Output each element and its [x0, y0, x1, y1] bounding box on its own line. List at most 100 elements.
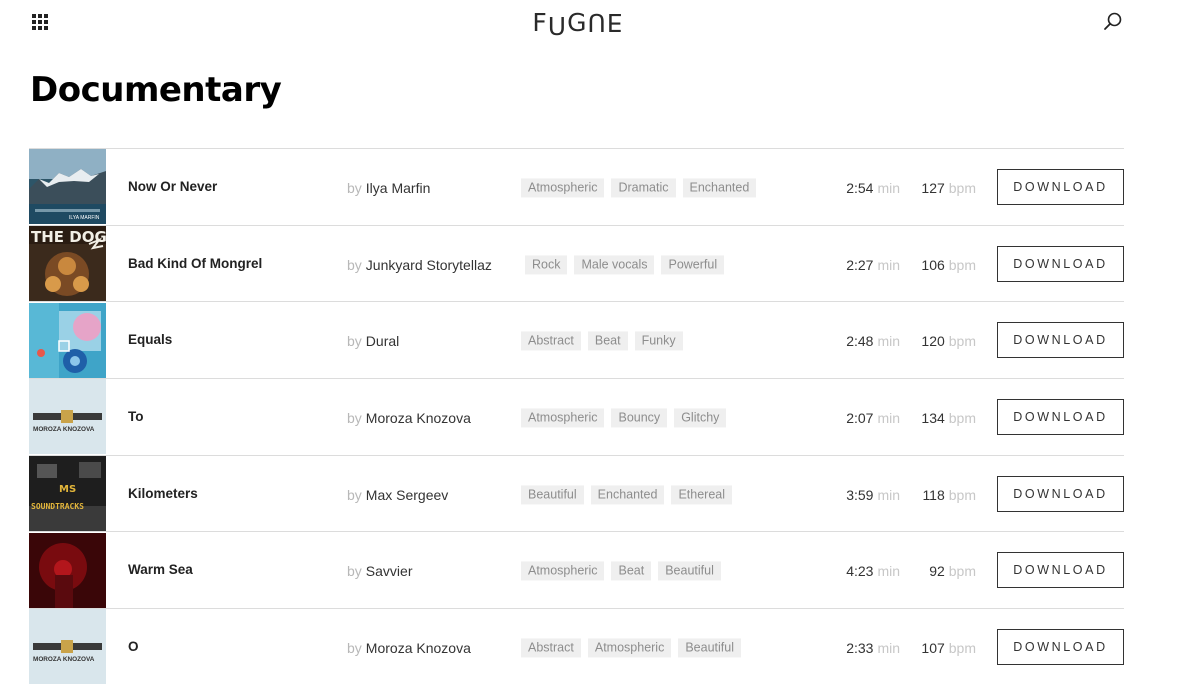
track-bpm: 120 bpm [921, 333, 976, 349]
duration-value: 2:33 [846, 639, 874, 656]
album-cover[interactable]: ILYA MARFIN [29, 149, 106, 225]
tag[interactable]: Bouncy [611, 408, 668, 428]
page-title: Documentary [30, 70, 282, 110]
download-button[interactable]: DOWNLOAD [997, 552, 1124, 589]
tag[interactable]: Abstract [521, 331, 581, 351]
bpm-unit: bpm [948, 333, 976, 350]
album-cover[interactable]: MOROZA KNOZOVA [29, 379, 106, 455]
tag[interactable]: Enchanted [682, 178, 757, 198]
track-title[interactable]: Kilometers [128, 485, 198, 500]
tag-list: Abstract Atmospheric Beautiful [521, 638, 741, 658]
tag[interactable]: Beautiful [658, 561, 721, 581]
logo-letter: U [547, 11, 568, 41]
track-title[interactable]: Bad Kind Of Mongrel [128, 255, 262, 270]
track-title[interactable]: Warm Sea [128, 562, 193, 577]
album-cover[interactable]: THE DOG [29, 226, 106, 302]
tag-list: Atmospheric Dramatic Enchanted [521, 178, 757, 198]
duration-unit: min [877, 639, 900, 656]
track-artist[interactable]: by Savvier [347, 563, 412, 579]
tag[interactable]: Atmospheric [587, 638, 672, 658]
search-icon[interactable] [1102, 11, 1124, 33]
duration-unit: min [877, 256, 900, 273]
album-cover[interactable] [29, 532, 106, 608]
bpm-unit: bpm [948, 486, 976, 503]
track-row: Equals by Dural Abstract Beat Funky 2:48 m… [29, 302, 1124, 380]
download-button[interactable]: DOWNLOAD [997, 475, 1124, 512]
tag[interactable]: Beat [587, 331, 628, 351]
track-duration: 2:48 min [846, 333, 900, 349]
artist-name[interactable]: Dural [366, 333, 399, 349]
track-artist[interactable]: by Ilya Marfin [347, 180, 430, 196]
logo-letter: G [567, 7, 588, 37]
duration-unit: min [877, 563, 900, 580]
download-button[interactable]: DOWNLOAD [997, 628, 1124, 665]
download-button[interactable]: DOWNLOAD [997, 245, 1124, 282]
album-cover[interactable]: MOROZA KNOZOVA [29, 609, 106, 684]
tag-list: Atmospheric Beat Beautiful [521, 561, 721, 581]
download-button[interactable]: DOWNLOAD [997, 398, 1124, 435]
tag[interactable]: Beat [611, 561, 652, 581]
bpm-value: 118 [922, 486, 945, 503]
by-label: by [347, 563, 362, 580]
tag[interactable]: Beautiful [521, 485, 584, 505]
track-row: ILYA MARFIN Now Or Never by Ilya Marfin A… [29, 149, 1124, 226]
duration-value: 3:59 [846, 486, 874, 503]
duration-value: 2:48 [846, 333, 874, 350]
apps-grid-icon[interactable] [32, 14, 48, 30]
tag[interactable]: Glitchy [674, 408, 727, 428]
artist-name[interactable]: Max Sergeev [366, 486, 448, 502]
bpm-unit: bpm [948, 563, 976, 580]
track-artist[interactable]: by Dural [347, 333, 399, 349]
bpm-unit: bpm [948, 639, 976, 656]
artist-name[interactable]: Junkyard Storytellaz [366, 256, 492, 272]
artist-name[interactable]: Moroza Knozova [366, 640, 471, 656]
bpm-value: 92 [929, 563, 945, 580]
track-bpm: 107 bpm [921, 640, 976, 656]
track-list: ILYA MARFIN Now Or Never by Ilya Marfin A… [29, 148, 1124, 684]
duration-unit: min [877, 179, 900, 196]
tag[interactable]: Enchanted [590, 485, 665, 505]
tag[interactable]: Beautiful [678, 638, 741, 658]
track-title[interactable]: O [128, 639, 139, 654]
track-title[interactable]: To [128, 409, 144, 424]
track-artist[interactable]: by Max Sergeev [347, 486, 448, 502]
tag[interactable]: Rock [525, 254, 568, 274]
track-artist[interactable]: by Moroza Knozova [347, 640, 471, 656]
tag[interactable]: Dramatic [611, 178, 676, 198]
cover-text: ILYA MARFIN [69, 215, 100, 221]
tag[interactable]: Abstract [521, 638, 581, 658]
track-duration: 4:23 min [846, 563, 900, 579]
track-bpm: 92 bpm [929, 563, 976, 579]
tag[interactable]: Atmospheric [521, 561, 605, 581]
artist-name[interactable]: Ilya Marfin [366, 180, 431, 196]
track-artist[interactable]: by Moroza Knozova [347, 410, 471, 426]
album-cover[interactable]: MS SOUNDTRACKS [29, 456, 106, 532]
track-title[interactable]: Equals [128, 332, 172, 347]
logo[interactable]: F U G U E [530, 6, 626, 41]
tag[interactable]: Atmospheric [521, 178, 605, 198]
tag[interactable]: Ethereal [671, 485, 732, 505]
tag-list: Abstract Beat Funky [521, 331, 683, 351]
track-row: THE DOG Bad Kind Of Mongrel by Junkyard S… [29, 226, 1124, 303]
artist-name[interactable]: Savvier [366, 563, 413, 579]
duration-value: 2:07 [846, 409, 874, 426]
track-row: MS SOUNDTRACKS Kilometers by Max Sergeev … [29, 456, 1124, 533]
download-button[interactable]: DOWNLOAD [997, 322, 1124, 359]
tag[interactable]: Male vocals [574, 254, 655, 274]
tag[interactable]: Powerful [661, 254, 725, 274]
bpm-unit: bpm [948, 256, 976, 273]
album-cover[interactable] [29, 302, 106, 378]
track-bpm: 106 bpm [921, 256, 976, 272]
tag[interactable]: Atmospheric [521, 408, 605, 428]
tag[interactable]: Funky [634, 331, 683, 351]
by-label: by [347, 256, 362, 273]
bpm-unit: bpm [948, 179, 976, 196]
logo-text: F U G U E [532, 7, 623, 41]
artist-name[interactable]: Moroza Knozova [366, 410, 471, 426]
track-bpm: 134 bpm [921, 410, 976, 426]
bpm-value: 106 [921, 256, 945, 273]
track-title[interactable]: Now Or Never [128, 179, 217, 194]
download-button[interactable]: DOWNLOAD [997, 168, 1124, 205]
track-artist[interactable]: by Junkyard Storytellaz [347, 256, 492, 272]
bpm-value: 120 [921, 333, 945, 350]
